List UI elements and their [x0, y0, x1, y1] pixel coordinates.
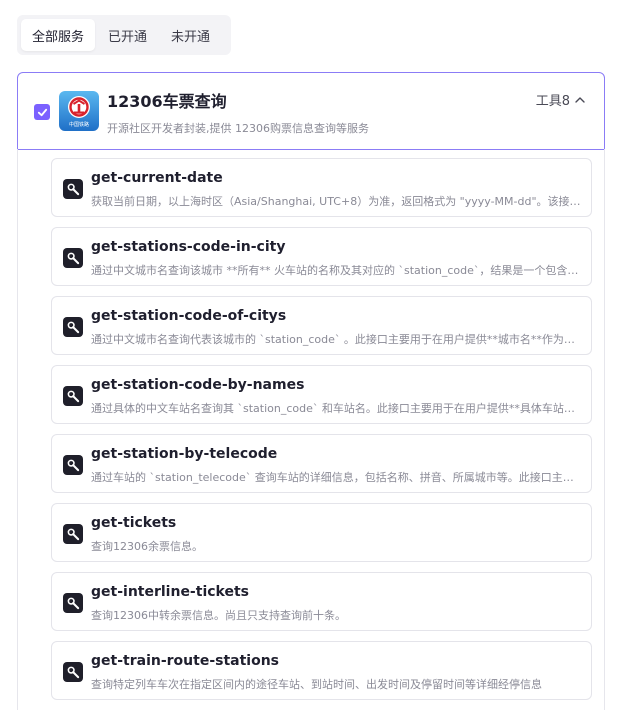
wrench-icon [63, 455, 83, 475]
check-icon [37, 108, 47, 116]
tab-activated[interactable]: 已开通 [97, 19, 158, 51]
tool-card[interactable]: get-interline-tickets 查询12306中转余票信息。尚且只支… [51, 572, 592, 631]
tool-description: 通过车站的 `station_telecode` 查询车站的详细信息，包括名称、… [91, 471, 581, 484]
tool-description: 通过中文城市名查询代表该城市的 `station_code` 。此接口主要用于在… [91, 333, 581, 346]
tool-description: 查询12306余票信息。 [91, 540, 203, 553]
tool-card[interactable]: get-station-code-by-names 通过具体的中文车站名查询其 … [51, 365, 592, 424]
tool-name: get-stations-code-in-city [91, 239, 286, 255]
tool-card[interactable]: get-train-route-stations 查询特定列车车次在指定区间内的… [51, 641, 592, 700]
tool-card[interactable]: get-current-date 获取当前日期，以上海时区（Asia/Shang… [51, 158, 592, 217]
tool-name: get-interline-tickets [91, 584, 249, 600]
tool-card[interactable]: get-station-by-telecode 通过车站的 `station_t… [51, 434, 592, 493]
logo-text: 中国铁路 [69, 121, 89, 128]
tool-description: 通过中文城市名查询该城市 **所有** 火车站的名称及其对应的 `station… [91, 264, 581, 277]
tool-description: 通过具体的中文车站名查询其 `station_code` 和车站名。此接口主要用… [91, 402, 581, 415]
wrench-icon [63, 386, 83, 406]
tool-name: get-train-route-stations [91, 653, 280, 669]
provider-checkbox[interactable] [34, 104, 50, 120]
service-filter-tabs: 全部服务 已开通 未开通 [17, 15, 231, 55]
tool-count-toggle[interactable]: 工具8 [536, 90, 586, 109]
wrench-icon [63, 524, 83, 544]
chevron-up-icon [575, 96, 585, 103]
china-railway-logo: 中国铁路 [59, 91, 99, 131]
tool-description: 查询特定列车车次在指定区间内的途径车站、到站时间、出发时间及停留时间等详细经停信… [91, 678, 542, 691]
wrench-icon [63, 593, 83, 613]
tab-all-services[interactable]: 全部服务 [21, 19, 96, 51]
tool-card[interactable]: get-station-code-of-citys 通过中文城市名查询代表该城市… [51, 296, 592, 355]
tool-description: 获取当前日期，以上海时区（Asia/Shanghai, UTC+8）为准，返回格… [91, 195, 581, 208]
tool-name: get-station-code-of-citys [91, 308, 287, 324]
tool-count-label: 工具8 [535, 94, 570, 109]
tab-not-activated[interactable]: 未开通 [160, 19, 221, 51]
tool-name: get-station-code-by-names [91, 377, 305, 393]
provider-name: 12306车票查询 [107, 92, 227, 111]
tools-list: get-current-date 获取当前日期，以上海时区（Asia/Shang… [17, 149, 605, 710]
tool-description: 查询12306中转余票信息。尚且只支持查询前十条。 [91, 609, 346, 622]
tool-card[interactable]: get-stations-code-in-city 通过中文城市名查询该城市 *… [51, 227, 592, 286]
provider-description: 开源社区开发者封装,提供 12306购票信息查询等服务 [107, 122, 369, 135]
wrench-icon [63, 662, 83, 682]
tool-name: get-current-date [91, 170, 223, 186]
tool-card[interactable]: get-tickets 查询12306余票信息。 [51, 503, 592, 562]
wrench-icon [63, 248, 83, 268]
wrench-icon [63, 317, 83, 337]
wrench-icon [63, 179, 83, 199]
tool-name: get-station-by-telecode [91, 446, 278, 462]
tool-name: get-tickets [91, 515, 177, 531]
provider-card[interactable]: 中国铁路 12306车票查询 开源社区开发者封装,提供 12306购票信息查询等… [17, 72, 605, 150]
